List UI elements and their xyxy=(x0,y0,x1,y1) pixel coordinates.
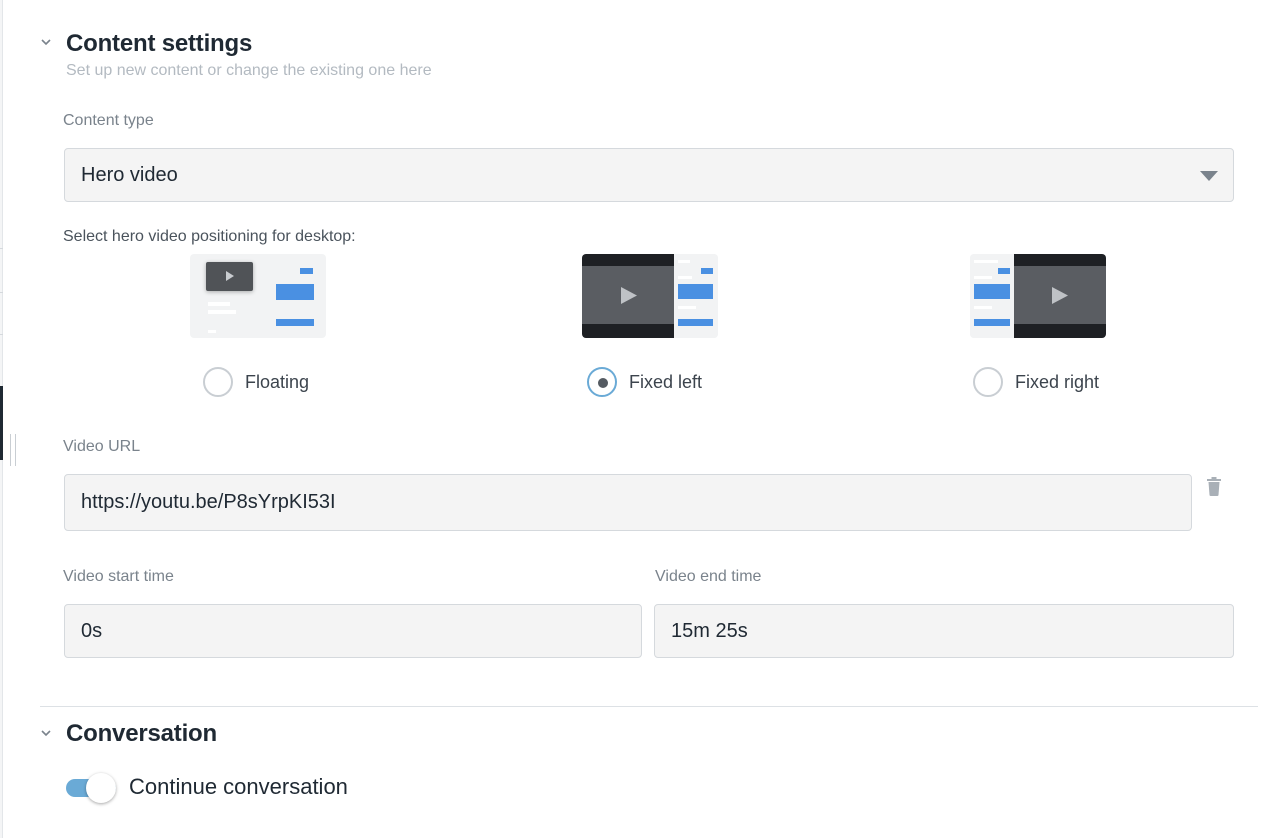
resize-handle[interactable] xyxy=(10,434,19,466)
radio-button[interactable] xyxy=(973,367,1003,397)
fixed-left-thumbnail[interactable] xyxy=(582,254,718,338)
play-icon xyxy=(1052,287,1068,304)
active-marker xyxy=(0,386,3,460)
video-end-label: Video end time xyxy=(655,568,762,585)
floating-thumbnail[interactable] xyxy=(190,254,326,338)
toggle-knob xyxy=(86,773,116,803)
video-start-label: Video start time xyxy=(63,568,174,585)
content-type-value: Hero video xyxy=(81,164,178,186)
radio-floating[interactable]: Floating xyxy=(203,366,309,398)
radio-fixed-left-label: Fixed left xyxy=(629,371,703,392)
fixed-right-thumbnail[interactable] xyxy=(970,254,1106,338)
content-settings-subtitle: Set up new content or change the existin… xyxy=(66,62,432,79)
video-start-input[interactable]: 0s xyxy=(64,604,642,658)
caret-down-icon xyxy=(1200,171,1218,181)
radio-fixed-left[interactable]: Fixed left xyxy=(587,366,702,398)
radio-fixed-right-label: Fixed right xyxy=(1015,371,1100,392)
chevron-down-icon[interactable] xyxy=(40,727,52,739)
video-end-input[interactable]: 15m 25s xyxy=(654,604,1234,658)
content-type-label: Content type xyxy=(63,112,154,129)
play-icon xyxy=(621,287,637,304)
section-divider xyxy=(40,706,1258,707)
video-url-label: Video URL xyxy=(63,438,141,455)
radio-button-checked[interactable] xyxy=(587,367,617,397)
play-icon xyxy=(226,271,234,281)
continue-conversation-toggle[interactable] xyxy=(66,772,118,804)
video-end-value: 15m 25s xyxy=(671,620,748,642)
content-settings-title[interactable]: Content settings xyxy=(66,30,252,58)
video-start-value: 0s xyxy=(81,620,103,642)
content-type-select[interactable]: Hero video xyxy=(64,148,1234,202)
video-url-input[interactable]: https://youtu.be/P8sYrpKI53I xyxy=(64,474,1192,531)
video-url-value: https://youtu.be/P8sYrpKI53I xyxy=(81,491,336,513)
positioning-label: Select hero video positioning for deskto… xyxy=(63,228,356,245)
continue-conversation-label: Continue conversation xyxy=(129,774,348,799)
radio-fixed-right[interactable]: Fixed right xyxy=(973,366,1099,398)
conversation-title[interactable]: Conversation xyxy=(66,720,217,748)
radio-button[interactable] xyxy=(203,367,233,397)
chevron-down-icon[interactable] xyxy=(40,36,52,48)
left-panel-edge xyxy=(0,0,3,838)
radio-floating-label: Floating xyxy=(245,371,310,392)
trash-icon[interactable] xyxy=(1206,477,1222,497)
